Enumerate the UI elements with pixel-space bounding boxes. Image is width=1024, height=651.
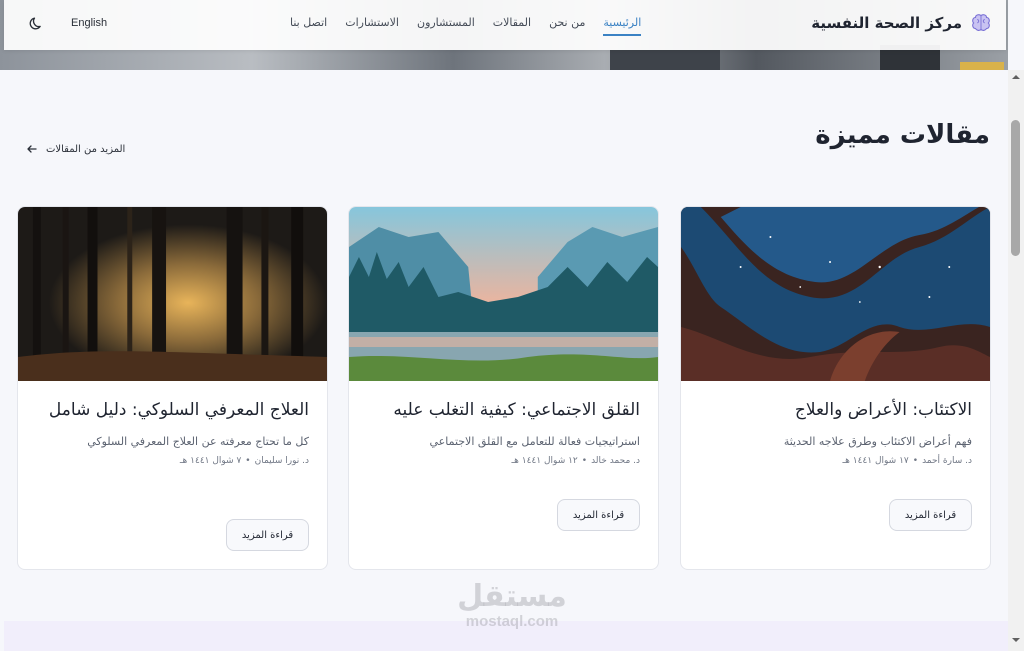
more-articles-link[interactable]: المزيد من المقالات: [26, 143, 125, 155]
nav-link-articles[interactable]: المقالات: [493, 16, 531, 36]
meta-separator: •: [581, 456, 588, 466]
card-body: القلق الاجتماعي: كيفية التغلب عليه استرا…: [349, 381, 658, 466]
brand[interactable]: مركز الصحة النفسية: [811, 12, 992, 34]
featured-articles-section: مقالات مميزة المزيد من المقالات الاكتئاب…: [4, 70, 1008, 620]
article-date: ١٢ شوال ١٤٤١ هـ: [511, 456, 578, 466]
article-author: د. نورا سليمان: [254, 456, 309, 466]
article-card: القلق الاجتماعي: كيفية التغلب عليه استرا…: [348, 206, 659, 570]
hero-shadow-shape: [610, 50, 720, 70]
article-meta: د. نورا سليمان • ٧ شوال ١٤٤١ هـ: [36, 456, 309, 466]
watermark: مستقل mostaql.com: [450, 580, 574, 630]
article-title[interactable]: الاكتئاب: الأعراض والعلاج: [699, 399, 972, 421]
starry-cave-image: [681, 207, 990, 381]
article-title[interactable]: القلق الاجتماعي: كيفية التغلب عليه: [367, 399, 640, 421]
card-body: الاكتئاب: الأعراض والعلاج فهم أعراض الاك…: [681, 381, 990, 466]
hero-accent-shape: [960, 62, 1004, 70]
article-meta: د. سارة أحمد • ١٧ شوال ١٤٤١ هـ: [699, 456, 972, 466]
article-description: فهم أعراض الاكتئاب وطرق علاجه الحديثة: [783, 435, 972, 448]
article-description: استراتيجيات فعالة للتعامل مع القلق الاجت…: [429, 435, 641, 448]
scroll-up-arrow-icon[interactable]: [1011, 73, 1021, 81]
navbar: مركز الصحة النفسية الرئيسية من نحن المقا…: [4, 0, 1006, 50]
article-meta: د. محمد خالد • ١٢ شوال ١٤٤١ هـ: [367, 456, 640, 466]
article-description: كل ما تحتاج معرفته عن العلاج المعرفي الس…: [87, 435, 309, 448]
brain-logo-icon: [972, 14, 990, 31]
section-title: مقالات مميزة: [815, 120, 990, 150]
nav-links: الرئيسية من نحن المقالات المستشارون الاس…: [290, 16, 642, 36]
article-title[interactable]: العلاج المعرفي السلوكي: دليل شامل: [36, 399, 309, 421]
language-switcher[interactable]: English: [71, 17, 107, 29]
moon-icon[interactable]: [28, 14, 46, 32]
nav-link-contact[interactable]: اتصل بنا: [290, 16, 327, 36]
watermark-latin: mostaql.com: [465, 613, 559, 630]
article-card: الاكتئاب: الأعراض والعلاج فهم أعراض الاك…: [680, 206, 991, 570]
arrow-left-icon: [27, 145, 37, 153]
more-articles-label: المزيد من المقالات: [46, 143, 126, 155]
scrollbar-thumb[interactable]: [1011, 120, 1020, 256]
read-more-button[interactable]: قراءة المزيد: [226, 519, 309, 551]
read-more-button[interactable]: قراءة المزيد: [889, 499, 972, 531]
nav-link-consultants[interactable]: المستشارون: [417, 16, 475, 36]
article-author: د. محمد خالد: [591, 456, 640, 466]
article-date: ٧ شوال ١٤٤١ هـ: [179, 456, 242, 466]
nav-link-about[interactable]: من نحن: [549, 16, 585, 36]
card-body: العلاج المعرفي السلوكي: دليل شامل كل ما …: [18, 381, 327, 466]
mountain-lake-image: [349, 207, 658, 381]
nav-link-home[interactable]: الرئيسية: [603, 16, 642, 36]
read-more-button[interactable]: قراءة المزيد: [557, 499, 640, 531]
scroll-down-arrow-icon[interactable]: [1011, 636, 1021, 644]
meta-separator: •: [245, 456, 251, 466]
meta-separator: •: [912, 456, 919, 466]
misty-forest-image: [18, 207, 327, 381]
brand-name: مركز الصحة النفسية: [811, 14, 962, 32]
article-card: العلاج المعرفي السلوكي: دليل شامل كل ما …: [17, 206, 328, 570]
article-author: د. سارة أحمد: [922, 456, 972, 466]
watermark-arabic: مستقل: [457, 579, 567, 614]
nav-link-consultations[interactable]: الاستشارات: [345, 16, 399, 36]
article-date: ١٧ شوال ١٤٤١ هـ: [842, 456, 909, 466]
